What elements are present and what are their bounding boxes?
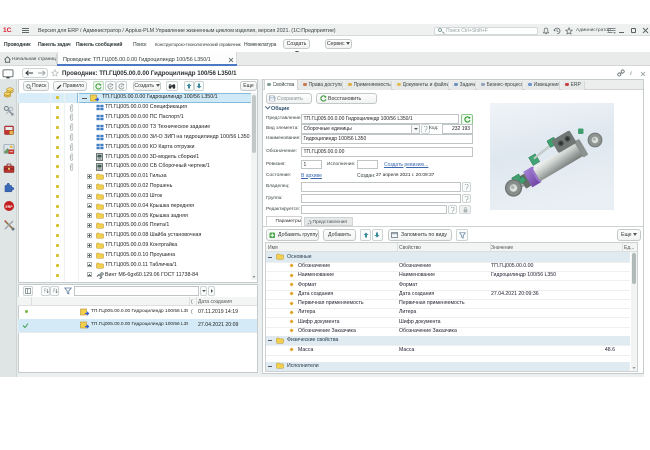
svg-text:ERP: ERP — [5, 205, 13, 209]
